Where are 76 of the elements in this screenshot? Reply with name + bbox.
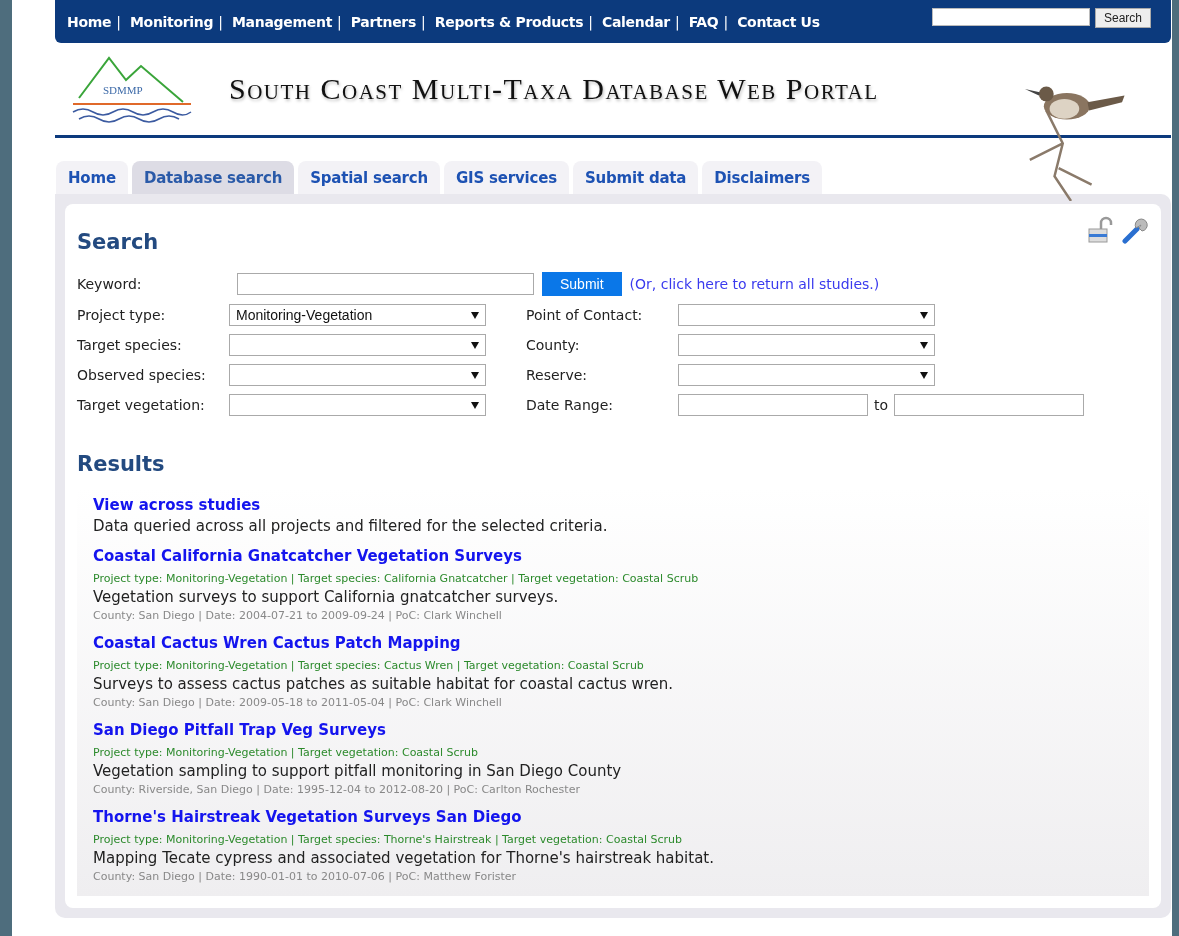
nav-separator: | (674, 13, 680, 30)
field-label: Reserve: (526, 367, 588, 383)
caret-icon (471, 401, 479, 409)
nav-tab[interactable]: GIS services (444, 161, 569, 194)
nav-link[interactable]: FAQ (688, 13, 719, 30)
site-title: South Coast Multi-Taxa Database Web Portal (229, 72, 879, 106)
nav-separator: | (116, 13, 121, 30)
result-title-link[interactable]: Coastal Cactus Wren Cactus Patch Mapping (93, 634, 461, 652)
nav-tab[interactable]: Home (56, 161, 128, 194)
field-label: Target vegetation: (77, 397, 206, 413)
start-date-field[interactable] (678, 394, 868, 416)
nav-link[interactable]: Monitoring (129, 13, 214, 30)
nav-link[interactable]: Contact Us (737, 13, 820, 30)
logo: SDMMP (71, 54, 193, 124)
field-label: County: (526, 337, 581, 353)
nav-link[interactable]: Calendar (601, 13, 670, 30)
result-details: County: San Diego | Date: 2004-07-21 to 2009-09-24 | PoC: Clark Winchell (93, 609, 503, 622)
nav-link[interactable]: Reports & Products (434, 13, 584, 30)
nav-separator: | (421, 13, 426, 30)
dropdown-field[interactable] (678, 364, 935, 386)
result-meta: Project type: Monitoring-Vegetation | Target species: California Gnatcatcher | Target vegetation: Coastal Scrub (93, 572, 700, 585)
caret-icon (471, 371, 479, 379)
range-joiner: to (874, 397, 889, 413)
result-description: Data queried across all projects and filtered for the selected criteria. (93, 517, 609, 535)
nav-separator: | (588, 13, 593, 30)
result-title-link[interactable]: Thorne's Hairstreak Vegetation Surveys San Diego (93, 808, 522, 826)
nav-separator: | (723, 13, 729, 30)
result-description: Vegetation surveys to support California gnatcatcher surveys. (93, 588, 560, 606)
search-field[interactable] (931, 8, 1090, 26)
caret-icon (920, 371, 928, 379)
nav-link[interactable]: Management (232, 13, 333, 30)
unlocked-padlock-icon[interactable] (1087, 216, 1115, 244)
caret-icon (920, 311, 928, 319)
nav-tab[interactable]: Database search (131, 161, 295, 194)
caret-icon (920, 341, 928, 349)
result-meta: Project type: Monitoring-Vegetation | Target vegetation: Coastal Scrub (93, 746, 479, 759)
dropdown-field[interactable] (229, 334, 486, 356)
search-button[interactable]: Search (1094, 8, 1151, 28)
result-meta: Project type: Monitoring-Vegetation | Target species: Cactus Wren | Target vegetation: Coastal Scrub (93, 659, 645, 672)
keyword-field[interactable] (237, 273, 534, 295)
result-meta: Project type: Monitoring-Vegetation | Target species: Thorne's Hairstreak | Target vegetation: Coastal Scrub (93, 833, 683, 846)
field-label: Target species: (77, 337, 183, 353)
result-details: County: San Diego | Date: 2009-05-18 to 2011-05-04 | PoC: Clark Winchell (93, 696, 503, 709)
result-details: County: San Diego | Date: 1990-01-01 to 2010-07-06 | PoC: Matthew Forister (93, 870, 518, 883)
result-title-link[interactable]: San Diego Pitfall Trap Veg Surveys (93, 721, 386, 739)
return-all-link[interactable]: (Or, click here to return all studies.) (629, 276, 880, 292)
nav-tab[interactable]: Disclaimers (702, 161, 822, 194)
nav-link[interactable]: Partners (350, 13, 416, 30)
field-label: Observed species: (77, 367, 207, 383)
result-title-link[interactable]: Coastal California Gnatcatcher Vegetation Surveys (93, 547, 522, 565)
dropdown-field[interactable] (229, 364, 486, 386)
dropdown-field[interactable] (678, 304, 935, 326)
section-heading: Search (77, 230, 159, 254)
nav-link[interactable]: Home (67, 13, 112, 30)
nav-separator: | (218, 13, 223, 30)
result-description: Mapping Tecate cypress and associated vegetation for Thorne's hairstreak habitat. (93, 849, 715, 867)
dropdown-field[interactable]: Monitoring-Vegetation (229, 304, 486, 326)
dropdown-field[interactable] (678, 334, 935, 356)
submit-button[interactable]: Submit (542, 272, 622, 296)
result-description: Surveys to assess cactus patches as suitable habitat for coastal cactus wren. (93, 675, 675, 693)
result-details: County: Riverside, San Diego | Date: 1995-12-04 to 2012-08-20 | PoC: Carlton Rochester (93, 783, 581, 796)
end-date-field[interactable] (894, 394, 1085, 416)
result-title-link[interactable]: View across studies (93, 496, 261, 514)
caret-icon (471, 341, 479, 349)
field-label: Project type: (77, 307, 167, 323)
nav-separator: | (337, 13, 342, 30)
field-label: Keyword: (77, 276, 143, 292)
nav-tab[interactable]: Submit data (572, 161, 699, 194)
field-label: Date Range: (526, 397, 614, 413)
caret-icon (471, 311, 479, 319)
wrench-icon[interactable] (1121, 216, 1149, 244)
dropdown-field[interactable] (229, 394, 486, 416)
section-heading: Results (77, 452, 165, 476)
nav-tab[interactable]: Spatial search (298, 161, 440, 194)
field-label: Point of Contact: (526, 307, 644, 323)
result-description: Vegetation sampling to support pitfall monitoring in San Diego County (93, 762, 623, 780)
